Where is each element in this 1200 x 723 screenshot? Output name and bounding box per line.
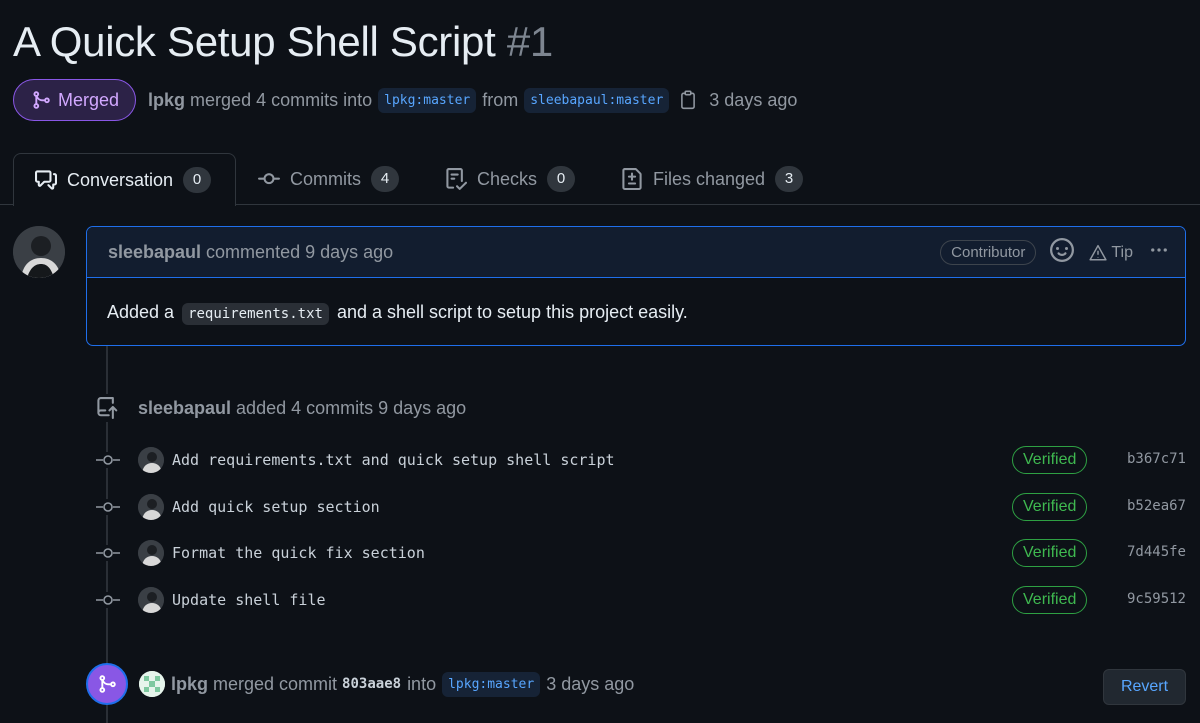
avatar[interactable]: [138, 587, 164, 613]
repo-push-icon: [97, 397, 118, 419]
checklist-icon: [446, 168, 467, 190]
comment-discussion-icon: [35, 170, 57, 190]
pr-title-text: A Quick Setup Shell Script: [13, 18, 496, 65]
revert-button[interactable]: Revert: [1103, 669, 1186, 705]
avatar[interactable]: [138, 447, 164, 473]
merger-link[interactable]: lpkg: [148, 90, 185, 111]
comment-author-link[interactable]: sleebapaul: [108, 242, 201, 263]
avatar[interactable]: [138, 540, 164, 566]
avatar[interactable]: [139, 671, 165, 697]
tab-counter: 3: [775, 166, 804, 192]
tab-files-changed[interactable]: Files changed 3: [621, 153, 804, 205]
comment-inline-code: requirements.txt: [182, 303, 329, 325]
commit-message-link[interactable]: Format the quick fix section: [172, 544, 425, 562]
commit-sha-link[interactable]: 9c59512: [1127, 591, 1186, 607]
kebab-horizontal-icon[interactable]: [1147, 240, 1171, 265]
commit-sha-link[interactable]: 7d445fe: [1127, 544, 1186, 560]
commit-sha-link[interactable]: b52ea67: [1127, 498, 1186, 514]
file-diff-icon: [622, 168, 642, 190]
tab-counter: 0: [183, 167, 212, 193]
git-commit-icon: [96, 545, 120, 561]
tip-label: Tip: [1111, 243, 1133, 261]
commit-message-link[interactable]: Add requirements.txt and quick setup she…: [172, 451, 615, 469]
merged-state-badge: Merged: [13, 79, 137, 121]
verified-badge[interactable]: Verified: [1012, 446, 1088, 474]
commits-author-link[interactable]: sleebapaul: [138, 398, 231, 419]
contributor-badge: Contributor: [940, 240, 1037, 265]
verified-badge[interactable]: Verified: [1012, 586, 1088, 614]
commits-event-text: added 4 commits 9 days ago: [236, 397, 467, 418]
tip-button[interactable]: Tip: [1088, 244, 1133, 262]
tab-counter: 4: [371, 166, 399, 192]
merge-event: lpkg merged commit 803aae8 into lpkg:mas…: [139, 669, 634, 699]
tab-conversation[interactable]: Conversation 0: [13, 153, 236, 206]
tab-label: Checks: [477, 168, 538, 189]
merge-author-link[interactable]: lpkg: [171, 674, 208, 695]
pr-title: A Quick Setup Shell Script #1: [13, 18, 553, 66]
tab-commits[interactable]: Commits 4: [258, 153, 399, 205]
pr-tabs: Conversation 0 Commits 4 Checks 0 Files …: [0, 153, 1200, 206]
list-item: Format the quick fix section Verified 7d…: [96, 537, 1196, 569]
git-commit-icon: [96, 592, 120, 608]
merged-text: merged 4 commits into: [190, 89, 373, 110]
merge-time: 3 days ago: [709, 89, 798, 110]
git-commit-icon: [258, 173, 280, 185]
tab-counter: 0: [547, 166, 576, 192]
base-branch-link[interactable]: lpkg:master: [378, 87, 477, 113]
git-merge-icon: [99, 675, 116, 693]
tab-label: Conversation: [67, 169, 174, 190]
list-item: Update shell file Verified 9c59512: [96, 584, 1196, 616]
merge-branch-link[interactable]: lpkg:master: [442, 671, 541, 697]
commit-sha-link[interactable]: b367c71: [1127, 451, 1186, 467]
verified-badge[interactable]: Verified: [1012, 493, 1088, 521]
git-commit-icon: [96, 499, 120, 515]
tab-label: Commits: [290, 168, 361, 189]
comment-body: Added a requirements.txt and a shell scr…: [87, 278, 1185, 345]
comment-text-pre: Added a: [107, 302, 175, 322]
merge-commit-sha-link[interactable]: 803aae8: [342, 676, 401, 692]
verified-badge[interactable]: Verified: [1012, 539, 1088, 567]
list-item: Add requirements.txt and quick setup she…: [96, 444, 1196, 476]
from-text: from: [482, 89, 519, 110]
merge-event-text: merged commit: [213, 673, 338, 694]
avatar[interactable]: [13, 226, 65, 278]
tab-checks[interactable]: Checks 0: [445, 153, 576, 205]
git-merge-icon: [33, 91, 50, 109]
pr-number: #1: [506, 18, 553, 65]
copy-icon[interactable]: [679, 90, 697, 110]
pr-meta: Merged lpkg merged 4 commits into lpkg:m…: [13, 79, 797, 121]
comment-tools: Contributor Tip: [940, 227, 1171, 278]
commit-message-link[interactable]: Add quick setup section: [172, 498, 380, 516]
into-text: into: [407, 673, 437, 694]
comment-action[interactable]: commented 9 days ago: [206, 242, 393, 263]
git-commit-icon: [96, 452, 120, 468]
comment-text-post: and a shell script to setup this project…: [336, 302, 688, 322]
comment-header: sleebapaul commented 9 days ago Contribu…: [87, 227, 1185, 278]
commits-event: sleebapaul added 4 commits 9 days ago: [96, 394, 467, 422]
state-label: Merged: [58, 89, 120, 110]
merge-event-badge: [86, 663, 128, 705]
commit-message-link[interactable]: Update shell file: [172, 591, 326, 609]
merge-event-time[interactable]: 3 days ago: [546, 674, 634, 695]
alert-icon: [1089, 244, 1107, 260]
smiley-icon[interactable]: [1050, 238, 1075, 267]
comment-box: sleebapaul commented 9 days ago Contribu…: [86, 226, 1186, 346]
list-item: Add quick setup section Verified b52ea67: [96, 491, 1196, 523]
tab-label: Files changed: [653, 168, 766, 189]
avatar[interactable]: [138, 494, 164, 520]
head-branch-link[interactable]: sleebapaul:master: [524, 87, 670, 113]
